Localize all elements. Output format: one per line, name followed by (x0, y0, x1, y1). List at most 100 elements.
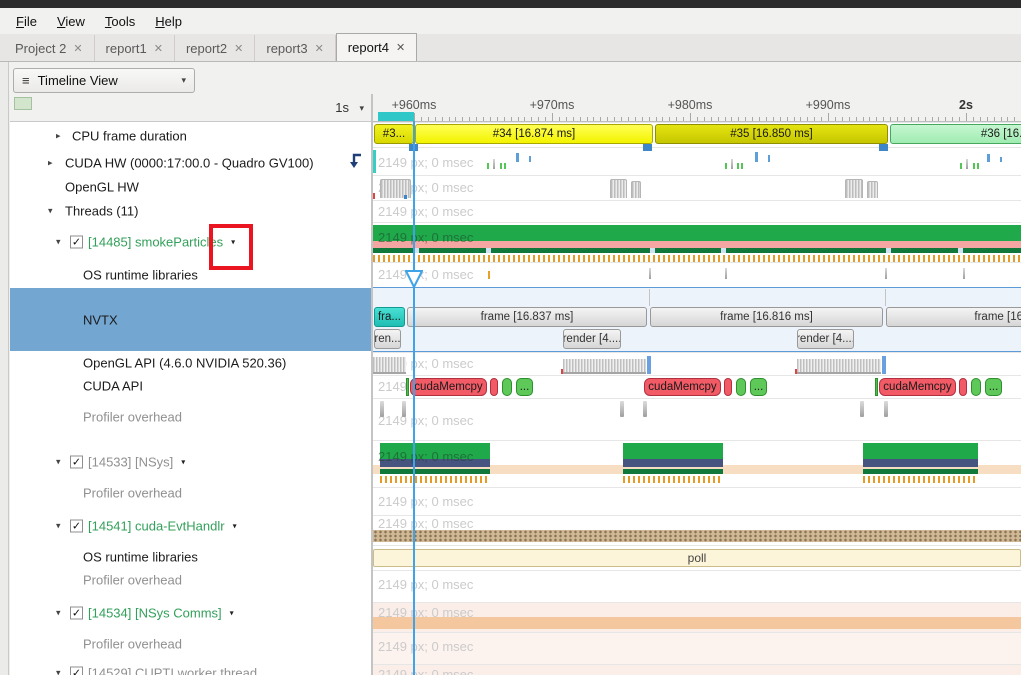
tree-row-thread-nsys[interactable]: ▾ ✓ [14533] [NSys]▾ (10, 450, 371, 474)
jump-to-row-icon[interactable] (348, 152, 363, 174)
thread-checkbox[interactable]: ✓ (70, 667, 83, 675)
timeline-mark (987, 154, 990, 162)
tree-row-label-wrap: OS runtime libraries (83, 550, 198, 565)
tree-row-opengl-api[interactable]: OpenGL API (4.6.0 NVIDIA 520.36) (10, 352, 371, 374)
tree-row-os-runtime-smoke[interactable]: OS runtime libraries (10, 263, 371, 287)
timeline-event-bar[interactable]: ... (985, 378, 1002, 396)
timeline-event-bar[interactable]: ... (516, 378, 533, 396)
ruler-tick (628, 117, 629, 121)
cudamemcpy-bar[interactable]: cudaMemcpy (410, 378, 487, 396)
timeline-mark (623, 459, 723, 467)
collapse-arrow-icon[interactable]: ▾ (56, 521, 61, 532)
timeline-mark (650, 248, 655, 253)
nvtx-frame-bar[interactable]: frame [16.5 (886, 307, 1021, 327)
legend-chip (14, 97, 32, 110)
tree-row-cuda-hw[interactable]: ▸CUDA HW (0000:17:00.0 - Quadro GV100) (10, 151, 371, 175)
ruler-tick (669, 117, 670, 121)
tab-report1[interactable]: report1✕ (95, 35, 175, 61)
timeline-mark (886, 248, 891, 253)
tree-row-thread-smokeparticles[interactable]: ▾✓[14485] smokeParticles▾ (10, 230, 371, 254)
timeline-cursor[interactable] (413, 121, 415, 675)
frame-36-bar[interactable]: #36 [16.56 (890, 124, 1021, 144)
ruler-tick (593, 117, 594, 121)
tree-row-profiler-overhead-4[interactable]: Profiler overhead (10, 633, 371, 655)
nvtx-frame-bar[interactable]: fra... (374, 307, 405, 327)
tree-row-label-wrap: CPU frame duration (72, 129, 187, 144)
ruler-tick (573, 117, 574, 121)
close-icon[interactable]: ✕ (154, 42, 163, 55)
tree-row-label-wrap: [14533] [NSys]▾ (88, 455, 185, 470)
nvtx-render-bar[interactable]: render [4.... (797, 329, 854, 349)
frame-35-bar[interactable]: #35 [16.850 ms] (655, 124, 888, 144)
nvtx-frame-bar[interactable]: frame [16.816 ms] (650, 307, 883, 327)
menu-item-help[interactable]: Help (145, 11, 192, 32)
chevron-down-icon[interactable]: ▾ (359, 103, 364, 114)
row-options-dropdown-icon[interactable]: ▾ (233, 522, 237, 531)
poll-bar[interactable]: poll (373, 549, 1021, 567)
tree-row-profiler-overhead-2[interactable]: Profiler overhead (10, 482, 371, 504)
tab-project-2[interactable]: Project 2✕ (4, 35, 95, 61)
tree-row-os-runtime-evthandlr[interactable]: OS runtime libraries (10, 546, 371, 568)
tree-row-profiler-overhead-3[interactable]: Profiler overhead (10, 569, 371, 591)
menu-item-tools[interactable]: Tools (95, 11, 145, 32)
collapse-arrow-icon[interactable]: ▾ (56, 608, 61, 619)
left-gutter (0, 62, 9, 675)
menu-item-view[interactable]: View (47, 11, 95, 32)
expand-arrow-icon[interactable]: ▸ (56, 131, 61, 142)
tree-row-opengl-hw[interactable]: OpenGL HW (10, 176, 371, 198)
collapse-arrow-icon[interactable]: ▾ (56, 457, 61, 468)
menu-item-file[interactable]: File (6, 11, 47, 32)
nvtx-render-bar[interactable]: render [4.... (563, 329, 621, 349)
tree-row-thread-evthandlr[interactable]: ▾✓[14541] cuda-EvtHandlr▾ (10, 514, 371, 538)
nvtx-render-bar[interactable]: ren... (374, 329, 401, 349)
cudamemcpy-bar[interactable]: cudaMemcpy (879, 378, 956, 396)
tab-label: report4 (348, 40, 389, 55)
tree-row-thread-nsys-comms[interactable]: ▾✓[14534] [NSys Comms]▾ (10, 601, 371, 625)
timeline-mark (737, 163, 739, 169)
tree-row-cuda-api[interactable]: CUDA API (10, 375, 371, 397)
tab-report4[interactable]: report4 ✕ (336, 33, 417, 61)
thread-checkbox[interactable]: ✓ (70, 607, 83, 620)
row-os-runtime-smoke: 2149 px; 0 msec (373, 262, 1021, 287)
tree-row-cpu-frame-duration[interactable]: ▸ CPU frame duration (10, 124, 371, 148)
ruler-selection[interactable] (378, 112, 414, 121)
thread-checkbox[interactable]: ✓ (70, 520, 83, 533)
expand-arrow-icon[interactable]: ▸ (48, 158, 53, 169)
tree-row-nvtx[interactable]: NVTX (10, 288, 371, 351)
timeline-mark (966, 159, 968, 169)
collapse-arrow-icon[interactable]: ▾ (56, 668, 61, 675)
row-options-dropdown-icon[interactable]: ▾ (181, 458, 185, 467)
tree-row-label-wrap: OpenGL API (4.6.0 NVIDIA 520.36) (83, 356, 286, 371)
timeline-mark (1000, 157, 1002, 162)
ruler-tick (483, 117, 484, 121)
view-selector-dropdown[interactable]: ≡ Timeline View ▾ (13, 68, 195, 93)
thread-checkbox[interactable]: ✓ (70, 456, 83, 469)
thread-checkbox[interactable]: ✓ (70, 236, 83, 249)
close-icon[interactable]: ✕ (396, 41, 405, 54)
timeline-event-bar[interactable]: ... (750, 378, 767, 396)
close-icon[interactable]: ✕ (234, 42, 243, 55)
tree-row-threads[interactable]: ▾Threads (11) (10, 199, 371, 223)
timeline-mark (977, 163, 979, 169)
nvtx-frame-bar[interactable]: frame [16.837 ms] (407, 307, 647, 327)
timeline-mark (623, 443, 723, 459)
collapse-arrow-icon[interactable]: ▾ (56, 237, 61, 248)
tree-row-profiler-overhead-1[interactable]: Profiler overhead (10, 406, 371, 428)
ruler-label: +990ms (806, 98, 851, 112)
frame-33-bar[interactable]: #3... (374, 124, 414, 144)
tree-row-label: NVTX (83, 312, 118, 327)
timeline-tree-panel: ▸ CPU frame duration ▸CUDA HW (0000:17:00.… (10, 122, 371, 675)
timeline-mark (623, 476, 723, 483)
tab-report3[interactable]: report3✕ (255, 35, 335, 61)
cudamemcpy-bar[interactable]: cudaMemcpy (644, 378, 721, 396)
tree-row-thread-cupti[interactable]: ▾✓[14529] CUPTI worker thread (10, 661, 371, 675)
tab-report2[interactable]: report2✕ (175, 35, 255, 61)
cursor-marker-icon[interactable] (405, 270, 423, 289)
timeline-scale-label[interactable]: 1s (335, 100, 349, 115)
close-icon[interactable]: ✕ (315, 42, 324, 55)
frame-34-bar[interactable]: #34 [16.874 ms] (415, 124, 653, 144)
collapse-arrow-icon[interactable]: ▾ (48, 206, 53, 217)
row-options-dropdown-icon[interactable]: ▾ (230, 609, 234, 618)
close-icon[interactable]: ✕ (73, 42, 82, 55)
timeline-ruler[interactable]: +960ms+970ms+980ms+990ms2s (373, 94, 1021, 122)
